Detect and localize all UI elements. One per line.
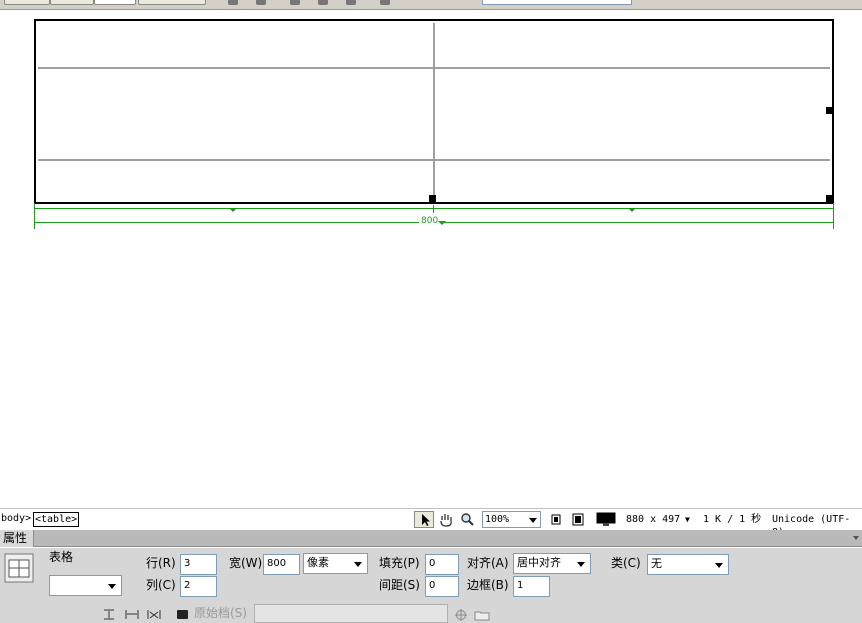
cellpad-input[interactable]: 0 xyxy=(425,554,459,575)
ruler-right-edge xyxy=(833,203,834,229)
align-value: 居中对齐 xyxy=(517,556,561,569)
browse-folder-icon[interactable] xyxy=(474,609,490,621)
rows-label: 行(R) xyxy=(146,556,176,570)
border-input[interactable]: 1 xyxy=(513,576,550,597)
cellspace-input[interactable]: 0 xyxy=(425,576,459,597)
view-options-icon[interactable] xyxy=(318,0,328,5)
magnifier-icon xyxy=(461,513,474,526)
width-unit-select[interactable]: 像素 xyxy=(303,553,368,574)
table-column-divider xyxy=(433,23,435,200)
width-unit-value: 像素 xyxy=(307,556,329,569)
tag-selector-body[interactable]: body> xyxy=(1,512,31,525)
source-input[interactable] xyxy=(254,604,448,623)
window-size-medium-icon[interactable] xyxy=(572,513,584,526)
point-to-file-icon[interactable] xyxy=(455,609,467,621)
ruler-column-edge xyxy=(433,205,434,213)
split-view-button[interactable] xyxy=(50,0,94,5)
window-size-readout[interactable]: 880 x 497 xyxy=(626,513,680,526)
visual-aids-icon[interactable] xyxy=(346,0,356,5)
table-width-menu-arrow[interactable] xyxy=(438,221,446,225)
border-label: 边框(B) xyxy=(467,578,509,592)
align-select[interactable]: 居中对齐 xyxy=(513,553,591,574)
width-input[interactable]: 800 xyxy=(263,554,300,575)
chevron-down-icon xyxy=(354,562,362,567)
convert-to-pixels-icon[interactable] xyxy=(125,609,139,620)
check-page-icon[interactable] xyxy=(380,0,390,5)
resize-handle-corner[interactable] xyxy=(826,195,833,202)
live-view-button[interactable] xyxy=(138,0,206,5)
cellspace-label: 间距(S) xyxy=(379,578,420,592)
table-id-select[interactable] xyxy=(49,575,122,596)
status-bar: body> <table> 100% 880 x 497 ▼ 1 K / 1 秒… xyxy=(0,508,862,538)
width-label: 宽(W) xyxy=(229,556,263,570)
document-title-input[interactable] xyxy=(482,0,632,5)
window-size-desktop-icon[interactable] xyxy=(596,512,616,527)
element-type-label: 表格 xyxy=(49,550,74,564)
cols-label: 列(C) xyxy=(146,578,176,592)
rows-input[interactable]: 3 xyxy=(180,554,217,575)
cols-input[interactable]: 2 xyxy=(180,576,217,597)
clear-column-widths-icon[interactable] xyxy=(147,609,161,620)
selected-table[interactable] xyxy=(34,19,834,204)
clear-row-heights-icon[interactable] xyxy=(103,609,115,620)
chevron-down-icon xyxy=(715,563,723,568)
class-label: 类(C) xyxy=(611,556,641,570)
panel-options-icon[interactable] xyxy=(853,536,859,540)
design-view-button[interactable] xyxy=(94,0,136,5)
design-view[interactable]: 800 xyxy=(0,11,862,507)
ruler-left-edge xyxy=(34,203,35,229)
download-time-readout: 1 K / 1 秒 xyxy=(703,514,762,525)
code-view-button[interactable] xyxy=(4,0,50,5)
source-label: 原始档(S) xyxy=(194,606,247,620)
chevron-down-icon xyxy=(108,584,116,589)
document-toolbar xyxy=(0,0,862,10)
chevron-down-icon xyxy=(529,518,537,523)
pointer-icon xyxy=(422,514,430,526)
properties-panel: 表格 行(R) 3 列(C) 2 宽(W) 800 像素 填充(P) 0 间距(… xyxy=(0,548,862,623)
properties-panel-title[interactable]: 属性 xyxy=(0,530,34,547)
preview-icon[interactable] xyxy=(256,0,266,5)
hand-tool-button[interactable] xyxy=(436,511,456,528)
column-width-ruler xyxy=(34,208,834,209)
resize-handle-right[interactable] xyxy=(826,107,833,114)
select-tool-button[interactable] xyxy=(414,511,434,528)
fireworks-icon xyxy=(177,610,188,619)
column-2-menu-arrow[interactable] xyxy=(628,208,636,212)
tag-selector-table[interactable]: <table> xyxy=(33,512,80,527)
column-1-menu-arrow[interactable] xyxy=(229,208,237,212)
cellpad-label: 填充(P) xyxy=(379,556,420,570)
properties-panel-header[interactable]: 属性 xyxy=(0,530,862,547)
class-value: 无 xyxy=(651,557,662,570)
zoom-level-value: 100% xyxy=(485,514,510,525)
align-label: 对齐(A) xyxy=(467,556,509,570)
class-select[interactable]: 无 xyxy=(647,554,729,575)
zoom-tool-button[interactable] xyxy=(458,511,478,528)
zoom-level-select[interactable]: 100% xyxy=(482,511,541,528)
hand-icon xyxy=(440,514,452,527)
file-management-icon[interactable] xyxy=(228,0,238,5)
refresh-icon[interactable] xyxy=(290,0,300,5)
window-size-small-icon[interactable] xyxy=(551,514,561,525)
table-icon xyxy=(4,553,34,583)
window-size-dropdown-icon[interactable]: ▼ xyxy=(685,513,690,526)
table-width-label[interactable]: 800 xyxy=(419,216,441,227)
resize-handle-bottom[interactable] xyxy=(429,195,436,202)
chevron-down-icon xyxy=(577,562,585,567)
